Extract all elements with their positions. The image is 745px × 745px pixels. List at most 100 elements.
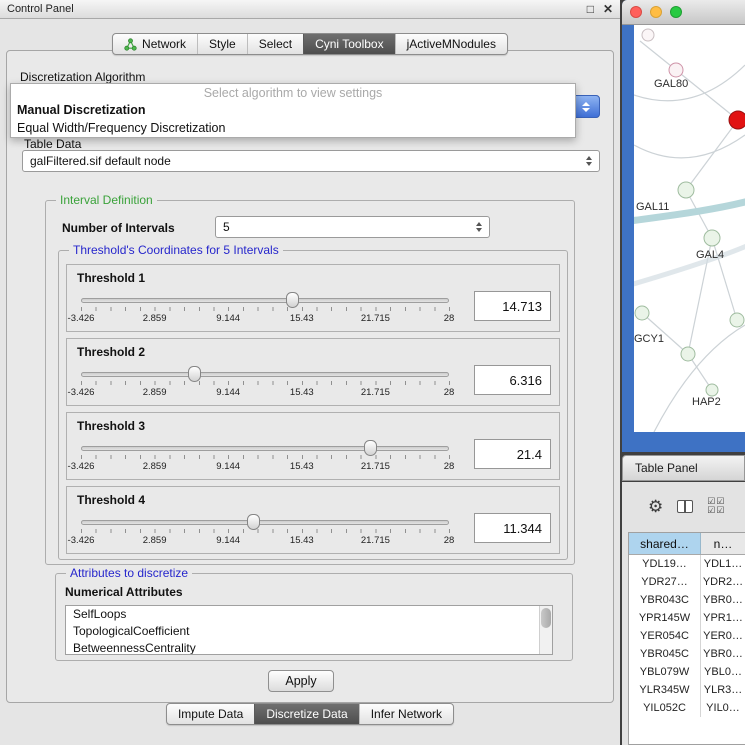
tick-label: 2.859 (143, 387, 167, 398)
table-cell[interactable]: YER0… (701, 627, 745, 645)
node-label: GCY1 (634, 333, 664, 345)
threshold-slider[interactable] (81, 298, 449, 303)
table-cell[interactable]: YBL079W (629, 663, 701, 681)
scrollbar-thumb[interactable] (541, 608, 551, 628)
columns-icon[interactable] (677, 500, 693, 513)
threshold-panel-1: Threshold 1 -3.4262.8599.14415.4321.7152… (66, 264, 560, 332)
network-node-selected[interactable] (729, 111, 745, 129)
table-row[interactable]: YPR145WYPR1… (629, 609, 745, 627)
list-item[interactable]: BetweennessCentrality (66, 640, 552, 655)
network-node[interactable] (678, 182, 694, 198)
tick-label: 9.144 (216, 461, 240, 472)
scrollbar[interactable] (539, 606, 552, 654)
tick-labels: -3.4262.8599.14415.4321.71528 (81, 387, 449, 398)
slider-thumb[interactable] (188, 366, 201, 382)
table-cell[interactable]: YBR043C (629, 591, 701, 609)
dropdown-option-manual[interactable]: Manual Discretization (11, 101, 575, 119)
table-cell[interactable]: YBL0… (701, 663, 745, 681)
table-cell[interactable]: YDR2… (701, 573, 745, 591)
table-row[interactable]: YDR27…YDR2… (629, 573, 745, 591)
network-node[interactable] (706, 384, 718, 396)
table-cell[interactable]: YBR0… (701, 591, 745, 609)
apply-button[interactable]: Apply (268, 670, 334, 692)
node-label: HAP2 (692, 396, 721, 408)
column-header[interactable]: n… (701, 533, 745, 554)
tick-label: -3.426 (68, 535, 95, 546)
tick-label: 15.43 (290, 313, 314, 324)
threshold-slider[interactable] (81, 446, 449, 451)
table-cell[interactable]: YDL19… (629, 555, 701, 573)
attributes-list[interactable]: SelfLoops TopologicalCoefficient Between… (65, 605, 553, 655)
thresholds-group-title: Threshold's Coordinates for 5 Intervals (69, 243, 283, 257)
tick-label: 2.859 (143, 461, 167, 472)
gear-icon[interactable]: ⚙ (648, 498, 663, 515)
list-item[interactable]: TopologicalCoefficient (66, 623, 552, 640)
table-cell[interactable]: YDL1… (701, 555, 745, 573)
tab-select[interactable]: Select (247, 34, 303, 54)
tab-cyni-toolbox[interactable]: Cyni Toolbox (303, 34, 394, 54)
window-title: Control Panel (7, 3, 74, 15)
algorithm-combobox-stepper[interactable] (572, 95, 600, 118)
table-row[interactable]: YIL052CYIL0… (629, 699, 745, 717)
table-row[interactable]: YLR345WYLR3… (629, 681, 745, 699)
table-toolbar: ⚙ ☑☑☑☑ (622, 482, 745, 530)
threshold-slider[interactable] (81, 520, 449, 525)
numerical-attributes-label: Numerical Attributes (65, 585, 183, 599)
table-data-combobox[interactable]: galFiltered.sif default node (22, 150, 600, 172)
dropdown-header: Select algorithm to view settings (11, 84, 575, 101)
table-panel-titlebar[interactable]: Table Panel (622, 455, 745, 481)
mac-minimize-button[interactable] (650, 6, 662, 18)
tab-style[interactable]: Style (197, 34, 247, 54)
threshold-value-field[interactable]: 14.713 (474, 291, 551, 321)
table-row[interactable]: YBR045CYBR0… (629, 645, 745, 663)
tab-network[interactable]: Network (113, 34, 197, 54)
slider-thumb[interactable] (247, 514, 260, 530)
tick-label: 9.144 (216, 535, 240, 546)
table-row[interactable]: YBR043CYBR0… (629, 591, 745, 609)
tab-impute-data[interactable]: Impute Data (167, 704, 254, 724)
network-canvas[interactable]: GAL80 GAL11 GAL4 GCY1 HAP2 (634, 25, 745, 432)
tick-label: 21.715 (361, 535, 390, 546)
threshold-value-field[interactable]: 11.344 (474, 513, 551, 543)
table-row[interactable]: YER054CYER0… (629, 627, 745, 645)
network-node[interactable] (669, 63, 683, 77)
threshold-value-field[interactable]: 6.316 (474, 365, 551, 395)
network-node[interactable] (635, 306, 649, 320)
table-cell[interactable]: YDR27… (629, 573, 701, 591)
tab-discretize-data[interactable]: Discretize Data (254, 704, 358, 724)
network-node[interactable] (730, 313, 744, 327)
dropdown-option-equal-width[interactable]: Equal Width/Frequency Discretization (11, 119, 575, 137)
table-cell[interactable]: YPR1… (701, 609, 745, 627)
tick-label: 28 (444, 535, 455, 546)
mac-zoom-button[interactable] (670, 6, 682, 18)
network-view-window: GAL80 GAL11 GAL4 GCY1 HAP2 (622, 0, 745, 452)
table-panel-window: ⚙ ☑☑☑☑ shared… n… YDL19…YDL1…YDR27…YDR2…… (622, 482, 745, 745)
number-of-intervals-combobox[interactable]: 5 (215, 216, 490, 238)
table-cell[interactable]: YLR345W (629, 681, 701, 699)
table-cell[interactable]: YBR045C (629, 645, 701, 663)
network-node[interactable] (642, 29, 654, 41)
table-cell[interactable]: YLR3… (701, 681, 745, 699)
threshold-value-field[interactable]: 21.4 (474, 439, 551, 469)
slider-thumb[interactable] (286, 292, 299, 308)
tab-infer-network[interactable]: Infer Network (359, 704, 453, 724)
table-cell[interactable]: YER054C (629, 627, 701, 645)
table-cell[interactable]: YIL052C (629, 699, 701, 717)
tab-jactivemnodules[interactable]: jActiveMNodules (395, 34, 507, 54)
checkboxes-icon[interactable]: ☑☑☑☑ (707, 497, 725, 515)
table-cell[interactable]: YPR145W (629, 609, 701, 627)
minimize-icon[interactable]: □ (587, 3, 594, 15)
mac-close-button[interactable] (630, 6, 642, 18)
table-cell[interactable]: YBR0… (701, 645, 745, 663)
threshold-slider[interactable] (81, 372, 449, 377)
close-icon[interactable]: ✕ (603, 3, 613, 15)
table-row[interactable]: YBL079WYBL0… (629, 663, 745, 681)
node-table: shared… n… YDL19…YDL1…YDR27…YDR2…YBR043C… (628, 532, 745, 745)
column-header[interactable]: shared… (629, 533, 701, 554)
table-row[interactable]: YDL19…YDL1… (629, 555, 745, 573)
list-item[interactable]: SelfLoops (66, 606, 552, 623)
slider-thumb[interactable] (364, 440, 377, 456)
network-node[interactable] (704, 230, 720, 246)
table-cell[interactable]: YIL0… (701, 699, 745, 717)
network-node[interactable] (681, 347, 695, 361)
